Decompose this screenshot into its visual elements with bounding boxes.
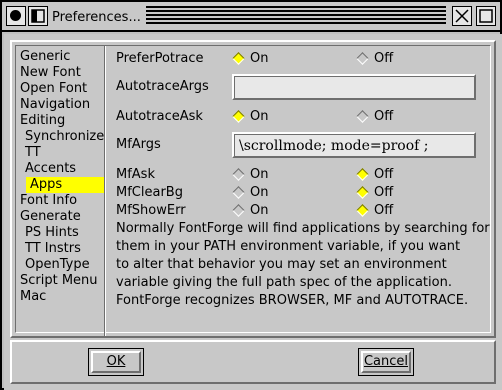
prefer-potrace-label: PreferPotrace (116, 51, 204, 66)
radio-label: On (250, 185, 269, 200)
radio-diamond-icon (356, 52, 369, 65)
help-line: FontForge recognizes BROWSER, MF and AUT… (116, 293, 469, 308)
mf-clear-bg-row: MfClearBg On Off (116, 184, 496, 202)
radio-label: Off (374, 109, 394, 124)
mf-clear-bg-on-radio[interactable]: On (232, 184, 268, 202)
cancel-button-label: Cancel (361, 351, 411, 373)
sidebar-item-new-font[interactable]: New Font (20, 65, 114, 81)
radio-diamond-icon (232, 110, 245, 123)
button-bar: OK Cancel (10, 340, 496, 384)
autotrace-ask-on-radio[interactable]: On (232, 108, 268, 126)
mf-show-err-row: MfShowErr On Off (116, 202, 496, 220)
maximize-icon[interactable] (476, 6, 496, 26)
sidebar-item-apps[interactable]: Apps (26, 177, 106, 193)
radio-label: On (250, 109, 269, 124)
radio-diamond-icon (356, 186, 369, 199)
prefer-potrace-on-radio[interactable]: On (232, 50, 268, 68)
radio-diamond-icon (356, 204, 369, 217)
help-line: variable giving the full path spec of th… (116, 275, 452, 290)
ok-button-label: OK (91, 351, 141, 373)
mf-ask-off-radio[interactable]: Off (356, 166, 393, 184)
preferences-group: Generic New Font Open Font Navigation Editin… (10, 40, 496, 338)
list-divider (104, 46, 106, 336)
iconify-icon[interactable] (452, 6, 472, 26)
mf-show-err-off-radio[interactable]: Off (356, 202, 393, 220)
mf-args-input[interactable]: \scrollmode; mode=proof ; (232, 132, 476, 158)
radio-diamond-icon (356, 168, 369, 181)
prefer-potrace-row: PreferPotrace On Off (116, 50, 496, 68)
autotrace-args-input[interactable] (232, 74, 476, 100)
sidebar-item-navigation[interactable]: Navigation (20, 97, 114, 113)
title-bar[interactable]: Preferences... (2, 2, 500, 32)
mf-clear-bg-off-radio[interactable]: Off (356, 184, 393, 202)
sidebar-item-mac[interactable]: Mac (20, 289, 114, 305)
radio-diamond-icon (232, 52, 245, 65)
radio-label: Off (374, 167, 394, 182)
help-line: Normally FontForge will find application… (116, 221, 490, 236)
help-text: Normally FontForge will find application… (116, 220, 496, 310)
mf-args-row: MfArgs \scrollmode; mode=proof ; (116, 132, 496, 160)
autotrace-args-label: AutotraceArgs (116, 79, 209, 94)
radio-diamond-icon (232, 168, 245, 181)
dialog-content: Generic New Font Open Font Navigation Editin… (4, 34, 502, 390)
sidebar-item-synchronize[interactable]: Synchronize (20, 129, 114, 145)
window-title: Preferences... (52, 8, 149, 28)
category-list: Generic New Font Open Font Navigation Editin… (20, 49, 114, 305)
autotrace-args-row: AutotraceArgs (116, 74, 496, 102)
sidebar-item-script-menu[interactable]: Script Menu (20, 273, 114, 289)
mf-ask-label: MfAsk (116, 167, 155, 182)
help-line: to alter that behavior you may set an en… (116, 257, 447, 272)
sidebar-item-ps-hints[interactable]: PS Hints (20, 225, 114, 241)
mf-ask-on-radio[interactable]: On (232, 166, 268, 184)
cancel-label-text: Cancel (363, 354, 409, 369)
sidebar-item-font-info[interactable]: Font Info (20, 193, 114, 209)
help-line: them in your PATH environment variable, … (116, 239, 461, 254)
autotrace-ask-row: AutotraceAsk On Off (116, 108, 496, 126)
ok-label-text: OK (106, 354, 126, 369)
mf-args-value: \scrollmode; mode=proof ; (234, 134, 474, 156)
radio-label: Off (374, 185, 394, 200)
radio-label: On (250, 51, 269, 66)
radio-diamond-icon (232, 204, 245, 217)
close-icon[interactable] (6, 6, 26, 26)
radio-label: Off (374, 203, 394, 218)
sidebar-item-opentype[interactable]: OpenType (20, 257, 114, 273)
radio-diamond-icon (232, 186, 245, 199)
sidebar-item-generic[interactable]: Generic (20, 49, 114, 65)
prefer-potrace-off-radio[interactable]: Off (356, 50, 393, 68)
radio-label: On (250, 203, 269, 218)
autotrace-ask-off-radio[interactable]: Off (356, 108, 393, 126)
window-menu-icon[interactable] (28, 6, 48, 26)
autotrace-args-value (234, 76, 474, 98)
mf-ask-row: MfAsk On Off (116, 166, 496, 184)
sidebar-item-open-font[interactable]: Open Font (20, 81, 114, 97)
sidebar-item-tt-instrs[interactable]: TT Instrs (20, 241, 114, 257)
autotrace-ask-label: AutotraceAsk (116, 109, 203, 124)
radio-diamond-icon (356, 110, 369, 123)
preferences-window: Preferences... Generic New Font Open Font N… (0, 0, 502, 390)
mf-show-err-on-radio[interactable]: On (232, 202, 268, 220)
cancel-button[interactable]: Cancel (358, 348, 414, 376)
mf-clear-bg-label: MfClearBg (116, 185, 183, 200)
radio-label: Off (374, 51, 394, 66)
sidebar-item-accents[interactable]: Accents (20, 161, 114, 177)
ok-button[interactable]: OK (88, 348, 144, 376)
sidebar-item-tt[interactable]: TT (20, 145, 114, 161)
radio-label: On (250, 167, 269, 182)
mf-args-label: MfArgs (116, 137, 161, 152)
title-stripes (146, 6, 446, 26)
mf-show-err-label: MfShowErr (116, 203, 186, 218)
sidebar-item-generate[interactable]: Generate (20, 209, 114, 225)
sidebar-item-editing[interactable]: Editing (20, 113, 114, 129)
